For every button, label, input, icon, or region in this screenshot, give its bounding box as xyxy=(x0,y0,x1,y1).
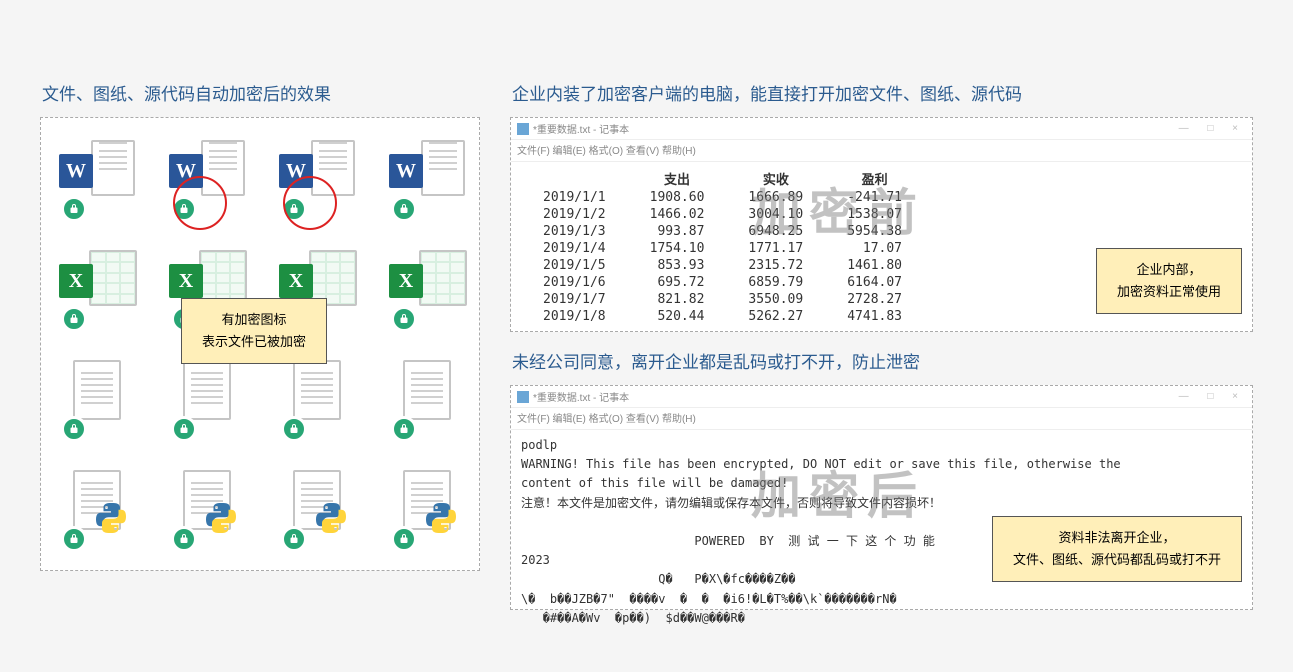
window-controls[interactable]: — □ × xyxy=(1179,391,1246,402)
notepad-after: *重要数据.txt - 记事本 — □ × 文件(F) 编辑(E) 格式(O) … xyxy=(510,385,1253,610)
file-icon-word[interactable]: W xyxy=(169,140,249,222)
lock-icon xyxy=(61,306,87,332)
file-icon-py[interactable] xyxy=(59,470,139,552)
table-row: 2019/1/7821.823550.092728.27 xyxy=(521,291,924,308)
file-icon-plain[interactable] xyxy=(389,360,469,442)
lock-icon xyxy=(171,416,197,442)
lock-icon xyxy=(391,416,417,442)
file-icon-excel[interactable]: X xyxy=(389,250,469,332)
file-icon-plain[interactable] xyxy=(169,360,249,442)
callout-text: 有加密图标 xyxy=(202,309,306,331)
table-row: 2019/1/5853.932315.721461.80 xyxy=(521,257,924,274)
lock-icon xyxy=(391,196,417,222)
right-top-callout: 企业内部， 加密资料正常使用 xyxy=(1096,248,1242,314)
callout-text: 文件、图纸、源代码都乱码或打不开 xyxy=(1013,549,1221,571)
python-icon xyxy=(313,500,349,536)
lock-icon xyxy=(61,526,87,552)
file-icon-word[interactable]: W xyxy=(279,140,359,222)
excel-icon: X xyxy=(169,264,203,298)
text-file-icon xyxy=(293,360,341,420)
notepad-icon xyxy=(517,123,529,135)
lock-icon xyxy=(61,416,87,442)
text-file-icon xyxy=(403,360,451,420)
table-row: 2019/1/6695.726859.796164.07 xyxy=(521,274,924,291)
table-header: 支出 xyxy=(628,168,727,189)
window-titlebar[interactable]: *重要数据.txt - 记事本 — □ × xyxy=(511,386,1252,408)
table-row: 2019/1/3993.876948.255954.38 xyxy=(521,223,924,240)
excel-icon: X xyxy=(389,264,423,298)
callout-text: 表示文件已被加密 xyxy=(202,331,306,353)
word-icon: W xyxy=(169,154,203,188)
lock-icon xyxy=(281,526,307,552)
file-icon-py[interactable] xyxy=(389,470,469,552)
window-title: *重要数据.txt - 记事本 xyxy=(533,121,629,136)
table-header: 实收 xyxy=(726,168,825,189)
file-icon-excel[interactable]: X xyxy=(59,250,139,332)
word-icon: W xyxy=(59,154,93,188)
python-icon xyxy=(203,500,239,536)
lock-icon xyxy=(171,196,197,222)
file-icon-py[interactable] xyxy=(169,470,249,552)
window-title: *重要数据.txt - 记事本 xyxy=(533,389,629,404)
window-titlebar[interactable]: *重要数据.txt - 记事本 — □ × xyxy=(511,118,1252,140)
excel-icon: X xyxy=(279,264,313,298)
lock-icon xyxy=(281,196,307,222)
left-panel: W W W W X X X X 有加密图标 表示文件已被加密 xyxy=(40,117,480,571)
callout-text: 资料非法离开企业， xyxy=(1013,527,1221,549)
file-icon-py[interactable] xyxy=(279,470,359,552)
table-row: 2019/1/11908.601666.89-241.71 xyxy=(521,189,924,206)
word-icon: W xyxy=(279,154,313,188)
table-header: 盈利 xyxy=(825,168,924,189)
file-icon-plain[interactable] xyxy=(59,360,139,442)
notepad-before: *重要数据.txt - 记事本 — □ × 文件(F) 编辑(E) 格式(O) … xyxy=(510,117,1253,332)
file-icon-word[interactable]: W xyxy=(389,140,469,222)
notepad-icon xyxy=(517,391,529,403)
notepad-menu[interactable]: 文件(F) 编辑(E) 格式(O) 查看(V) 帮助(H) xyxy=(511,408,1252,430)
lock-icon xyxy=(391,526,417,552)
text-file-icon xyxy=(73,360,121,420)
right-bottom-heading: 未经公司同意，离开企业都是乱码或打不开，防止泄密 xyxy=(512,348,1253,373)
lock-icon xyxy=(391,306,417,332)
callout-text: 企业内部， xyxy=(1117,259,1221,281)
table-row: 2019/1/41754.101771.1717.07 xyxy=(521,240,924,257)
window-controls[interactable]: — □ × xyxy=(1179,123,1246,134)
file-icon-plain[interactable] xyxy=(279,360,359,442)
file-icon-word[interactable]: W xyxy=(59,140,139,222)
notepad-menu[interactable]: 文件(F) 编辑(E) 格式(O) 查看(V) 帮助(H) xyxy=(511,140,1252,162)
lock-icon xyxy=(61,196,87,222)
lock-icon xyxy=(281,416,307,442)
excel-icon: X xyxy=(59,264,93,298)
left-callout: 有加密图标 表示文件已被加密 xyxy=(181,298,327,364)
table-header xyxy=(521,168,628,189)
left-heading: 文件、图纸、源代码自动加密后的效果 xyxy=(42,80,480,105)
python-icon xyxy=(93,500,129,536)
table-row: 2019/1/21466.023004.101538.07 xyxy=(521,206,924,223)
right-top-heading: 企业内装了加密客户端的电脑，能直接打开加密文件、图纸、源代码 xyxy=(512,80,1253,105)
table-row: 2019/1/8520.445262.274741.83 xyxy=(521,308,924,325)
python-icon xyxy=(423,500,459,536)
right-bottom-callout: 资料非法离开企业， 文件、图纸、源代码都乱码或打不开 xyxy=(992,516,1242,582)
callout-text: 加密资料正常使用 xyxy=(1117,281,1221,303)
lock-icon xyxy=(171,526,197,552)
data-table: 支出实收盈利2019/1/11908.601666.89-241.712019/… xyxy=(521,168,924,325)
text-file-icon xyxy=(183,360,231,420)
word-icon: W xyxy=(389,154,423,188)
